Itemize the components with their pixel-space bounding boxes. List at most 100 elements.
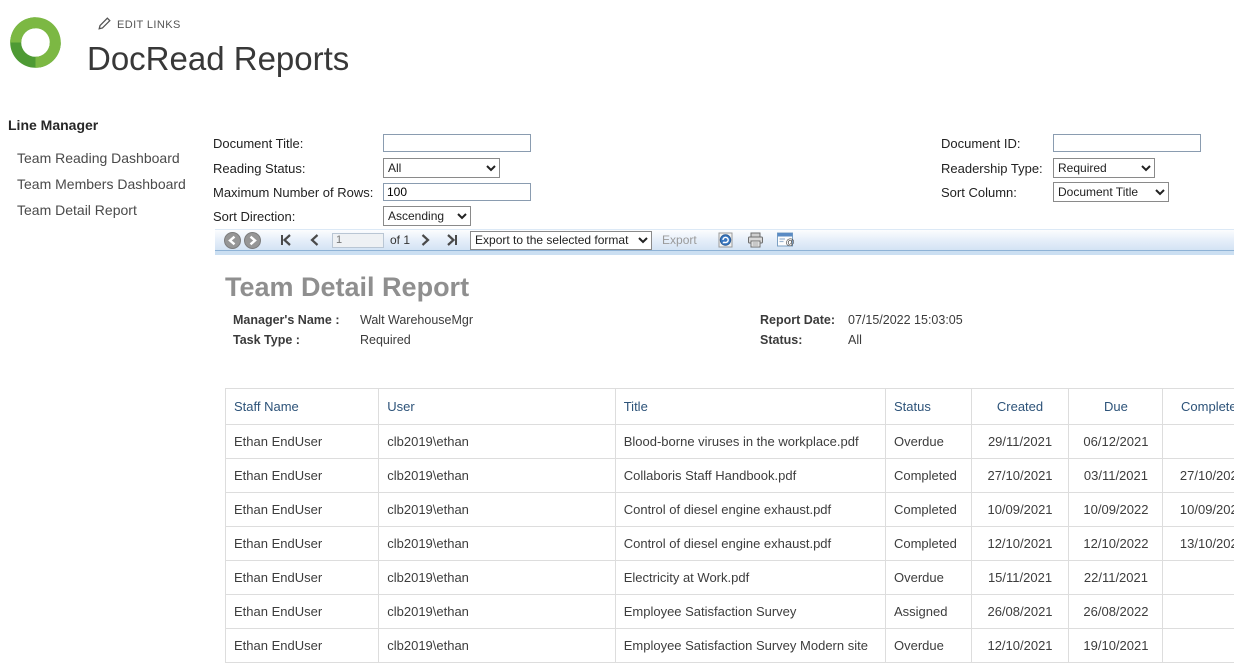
cell-completed bbox=[1163, 629, 1234, 663]
cell-completed: 10/09/2021 bbox=[1163, 493, 1234, 527]
report-table-body: Ethan EndUserclb2019\ethanBlood-borne vi… bbox=[226, 425, 1234, 663]
document-title-input[interactable] bbox=[383, 134, 531, 152]
readership-type-label: Readership Type: bbox=[941, 161, 1053, 176]
back-icon[interactable] bbox=[222, 231, 242, 249]
table-row: Ethan EndUserclb2019\ethanEmployee Satis… bbox=[226, 629, 1234, 663]
cell-completed bbox=[1163, 595, 1234, 629]
cell-user: clb2019\ethan bbox=[379, 527, 615, 561]
export-format-select[interactable]: Export to the selected format bbox=[470, 231, 652, 250]
sort-column-label: Sort Column: bbox=[941, 185, 1053, 200]
cell-user: clb2019\ethan bbox=[379, 561, 615, 595]
document-title-label: Document Title: bbox=[213, 136, 383, 151]
table-row: Ethan EndUserclb2019\ethanEmployee Satis… bbox=[226, 595, 1234, 629]
cell-user: clb2019\ethan bbox=[379, 629, 615, 663]
cell-title: Employee Satisfaction Survey bbox=[615, 595, 885, 629]
sidebar-item-team-reading-dashboard[interactable]: Team Reading Dashboard bbox=[8, 145, 208, 171]
previous-page-icon[interactable] bbox=[304, 231, 324, 249]
cell-created: 26/08/2021 bbox=[971, 595, 1069, 629]
cell-status: Completed bbox=[885, 459, 971, 493]
cell-status: Assigned bbox=[885, 595, 971, 629]
cell-due: 03/11/2021 bbox=[1069, 459, 1163, 493]
first-page-icon[interactable] bbox=[276, 231, 296, 249]
report-date-label: Report Date: bbox=[760, 313, 835, 327]
readership-type-select[interactable]: Required bbox=[1053, 158, 1155, 178]
cell-status: Overdue bbox=[885, 629, 971, 663]
cell-due: 22/11/2021 bbox=[1069, 561, 1163, 595]
sidebar-nav: Line Manager Team Reading Dashboard Team… bbox=[8, 117, 208, 223]
cell-user: clb2019\ethan bbox=[379, 459, 615, 493]
column-header-status: Status bbox=[885, 389, 971, 425]
export-button[interactable]: Export bbox=[662, 233, 697, 247]
cell-status: Completed bbox=[885, 527, 971, 561]
next-page-icon[interactable] bbox=[416, 231, 436, 249]
column-header-created: Created bbox=[971, 389, 1069, 425]
cell-title: Control of diesel engine exhaust.pdf bbox=[615, 493, 885, 527]
cell-due: 19/10/2021 bbox=[1069, 629, 1163, 663]
table-row: Ethan EndUserclb2019\ethanBlood-borne vi… bbox=[226, 425, 1234, 459]
page-number-input[interactable] bbox=[332, 233, 384, 248]
reading-status-label: Reading Status: bbox=[213, 161, 383, 176]
sort-column-select[interactable]: Document Title bbox=[1053, 182, 1169, 202]
table-row: Ethan EndUserclb2019\ethanControl of die… bbox=[226, 527, 1234, 561]
cell-user: clb2019\ethan bbox=[379, 493, 615, 527]
report-title: Team Detail Report bbox=[225, 272, 469, 303]
cell-completed: 27/10/2021 bbox=[1163, 459, 1234, 493]
cell-due: 26/08/2022 bbox=[1069, 595, 1163, 629]
document-id-input[interactable] bbox=[1053, 134, 1201, 152]
cell-staff-name: Ethan EndUser bbox=[226, 629, 379, 663]
document-id-label: Document ID: bbox=[941, 136, 1053, 151]
forward-icon[interactable] bbox=[242, 231, 262, 249]
cell-due: 10/09/2022 bbox=[1069, 493, 1163, 527]
cell-staff-name: Ethan EndUser bbox=[226, 459, 379, 493]
manager-name-value: Walt WarehouseMgr bbox=[360, 313, 473, 327]
cell-user: clb2019\ethan bbox=[379, 595, 615, 629]
cell-title: Electricity at Work.pdf bbox=[615, 561, 885, 595]
reading-status-select[interactable]: All bbox=[383, 158, 500, 178]
cell-created: 27/10/2021 bbox=[971, 459, 1069, 493]
manager-name-label: Manager's Name : bbox=[233, 313, 339, 327]
cell-staff-name: Ethan EndUser bbox=[226, 425, 379, 459]
task-type-label: Task Type : bbox=[233, 333, 300, 347]
cell-title: Employee Satisfaction Survey Modern site bbox=[615, 629, 885, 663]
last-page-icon[interactable] bbox=[442, 231, 462, 249]
print-icon[interactable] bbox=[747, 232, 764, 248]
cell-status: Overdue bbox=[885, 425, 971, 459]
pencil-icon bbox=[98, 17, 111, 33]
cell-status: Completed bbox=[885, 493, 971, 527]
sort-direction-select[interactable]: Ascending bbox=[383, 206, 471, 226]
cell-staff-name: Ethan EndUser bbox=[226, 493, 379, 527]
status-label: Status: bbox=[760, 333, 802, 347]
status-value: All bbox=[848, 333, 862, 347]
edit-links-button[interactable]: EDIT LINKS bbox=[98, 17, 181, 33]
export-data-feed-icon[interactable]: @ bbox=[776, 232, 794, 248]
cell-completed bbox=[1163, 561, 1234, 595]
table-row: Ethan EndUserclb2019\ethanCollaboris Sta… bbox=[226, 459, 1234, 493]
cell-completed bbox=[1163, 425, 1234, 459]
cell-title: Blood-borne viruses in the workplace.pdf bbox=[615, 425, 885, 459]
table-row: Ethan EndUserclb2019\ethanElectricity at… bbox=[226, 561, 1234, 595]
cell-created: 10/09/2021 bbox=[971, 493, 1069, 527]
column-header-title: Title bbox=[615, 389, 885, 425]
report-table: Staff NameUserTitleStatusCreatedDueCompl… bbox=[225, 388, 1234, 664]
table-row: Ethan EndUserclb2019\ethanControl of die… bbox=[226, 493, 1234, 527]
max-rows-input[interactable] bbox=[383, 183, 531, 201]
edit-links-label: EDIT LINKS bbox=[117, 19, 181, 31]
sidebar-item-team-members-dashboard[interactable]: Team Members Dashboard bbox=[8, 171, 208, 197]
page-total-label: of 1 bbox=[390, 233, 410, 247]
cell-created: 29/11/2021 bbox=[971, 425, 1069, 459]
cell-completed: 13/10/2021 bbox=[1163, 527, 1234, 561]
max-rows-label: Maximum Number of Rows: bbox=[213, 185, 383, 200]
cell-created: 15/11/2021 bbox=[971, 561, 1069, 595]
refresh-icon[interactable] bbox=[717, 232, 735, 249]
sort-direction-label: Sort Direction: bbox=[213, 209, 383, 224]
cell-status: Overdue bbox=[885, 561, 971, 595]
cell-staff-name: Ethan EndUser bbox=[226, 595, 379, 629]
report-viewer-toolbar: of 1 Export to the selected format Expor… bbox=[215, 229, 1234, 255]
svg-text:@: @ bbox=[785, 237, 794, 247]
sidebar-heading: Line Manager bbox=[8, 117, 208, 133]
column-header-due: Due bbox=[1069, 389, 1163, 425]
page-title: DocRead Reports bbox=[87, 40, 349, 78]
cell-title: Collaboris Staff Handbook.pdf bbox=[615, 459, 885, 493]
sidebar-item-team-detail-report[interactable]: Team Detail Report bbox=[8, 197, 208, 223]
cell-user: clb2019\ethan bbox=[379, 425, 615, 459]
